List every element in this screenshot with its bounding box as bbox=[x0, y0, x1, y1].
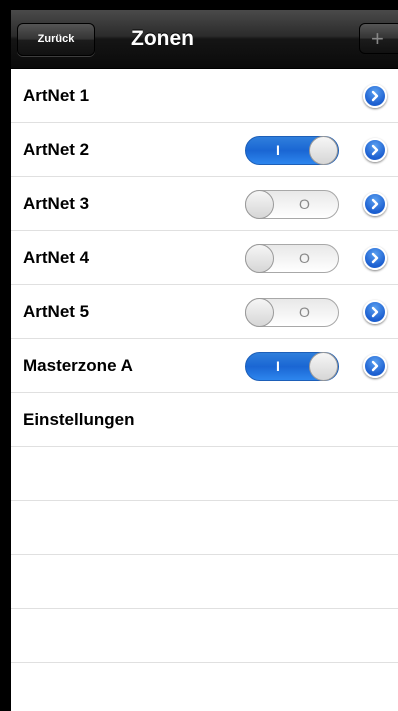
list-item-artnet-1[interactable]: ArtNet 1 bbox=[11, 69, 398, 123]
row-label: ArtNet 2 bbox=[23, 140, 90, 159]
toggle-knob bbox=[309, 352, 338, 381]
navigation-bar: Zurück Zonen + bbox=[11, 10, 398, 69]
chevron-right-circle-icon[interactable] bbox=[363, 138, 387, 162]
back-button[interactable]: Zurück bbox=[17, 23, 95, 56]
screen: Zurück Zonen + ArtNet 1 ArtNet 2 I ArtNe… bbox=[11, 10, 398, 711]
toggle-switch[interactable]: I bbox=[245, 352, 339, 381]
toggle-off-mark: O bbox=[299, 304, 310, 320]
row-label: ArtNet 3 bbox=[23, 194, 90, 213]
empty-row bbox=[11, 663, 398, 711]
list-item-masterzone-a[interactable]: Masterzone A I bbox=[11, 339, 398, 393]
empty-row bbox=[11, 555, 398, 609]
plus-icon: + bbox=[371, 26, 384, 51]
add-button[interactable]: + bbox=[359, 23, 398, 54]
row-label: Masterzone A bbox=[23, 356, 133, 375]
chevron-right-circle-icon[interactable] bbox=[363, 246, 387, 270]
toggle-on-mark: I bbox=[276, 142, 280, 158]
empty-row bbox=[11, 447, 398, 501]
toggle-on-mark: I bbox=[276, 358, 280, 374]
empty-row bbox=[11, 609, 398, 663]
row-label: ArtNet 4 bbox=[23, 248, 90, 267]
toggle-off-mark: O bbox=[299, 196, 310, 212]
zone-list: ArtNet 1 ArtNet 2 I ArtNet 3 O ArtNet 4 … bbox=[11, 69, 398, 711]
toggle-knob bbox=[309, 136, 338, 165]
toggle-switch[interactable]: I bbox=[245, 136, 339, 165]
row-label: Einstellungen bbox=[23, 410, 135, 429]
toggle-off-mark: O bbox=[299, 250, 310, 266]
list-item-artnet-5[interactable]: ArtNet 5 O bbox=[11, 285, 398, 339]
row-label: ArtNet 1 bbox=[23, 86, 90, 105]
list-item-einstellungen[interactable]: Einstellungen bbox=[11, 393, 398, 447]
toggle-knob bbox=[245, 298, 274, 327]
toggle-switch[interactable]: O bbox=[245, 298, 339, 327]
row-label: ArtNet 5 bbox=[23, 302, 90, 321]
chevron-right-circle-icon[interactable] bbox=[363, 192, 387, 216]
toggle-switch[interactable]: O bbox=[245, 190, 339, 219]
list-item-artnet-2[interactable]: ArtNet 2 I bbox=[11, 123, 398, 177]
toggle-knob bbox=[245, 244, 274, 273]
list-item-artnet-4[interactable]: ArtNet 4 O bbox=[11, 231, 398, 285]
chevron-right-circle-icon[interactable] bbox=[363, 354, 387, 378]
toggle-knob bbox=[245, 190, 274, 219]
chevron-right-circle-icon[interactable] bbox=[363, 300, 387, 324]
empty-row bbox=[11, 501, 398, 555]
toggle-switch[interactable]: O bbox=[245, 244, 339, 273]
list-item-artnet-3[interactable]: ArtNet 3 O bbox=[11, 177, 398, 231]
chevron-right-circle-icon[interactable] bbox=[363, 84, 387, 108]
page-title: Zonen bbox=[131, 27, 194, 50]
